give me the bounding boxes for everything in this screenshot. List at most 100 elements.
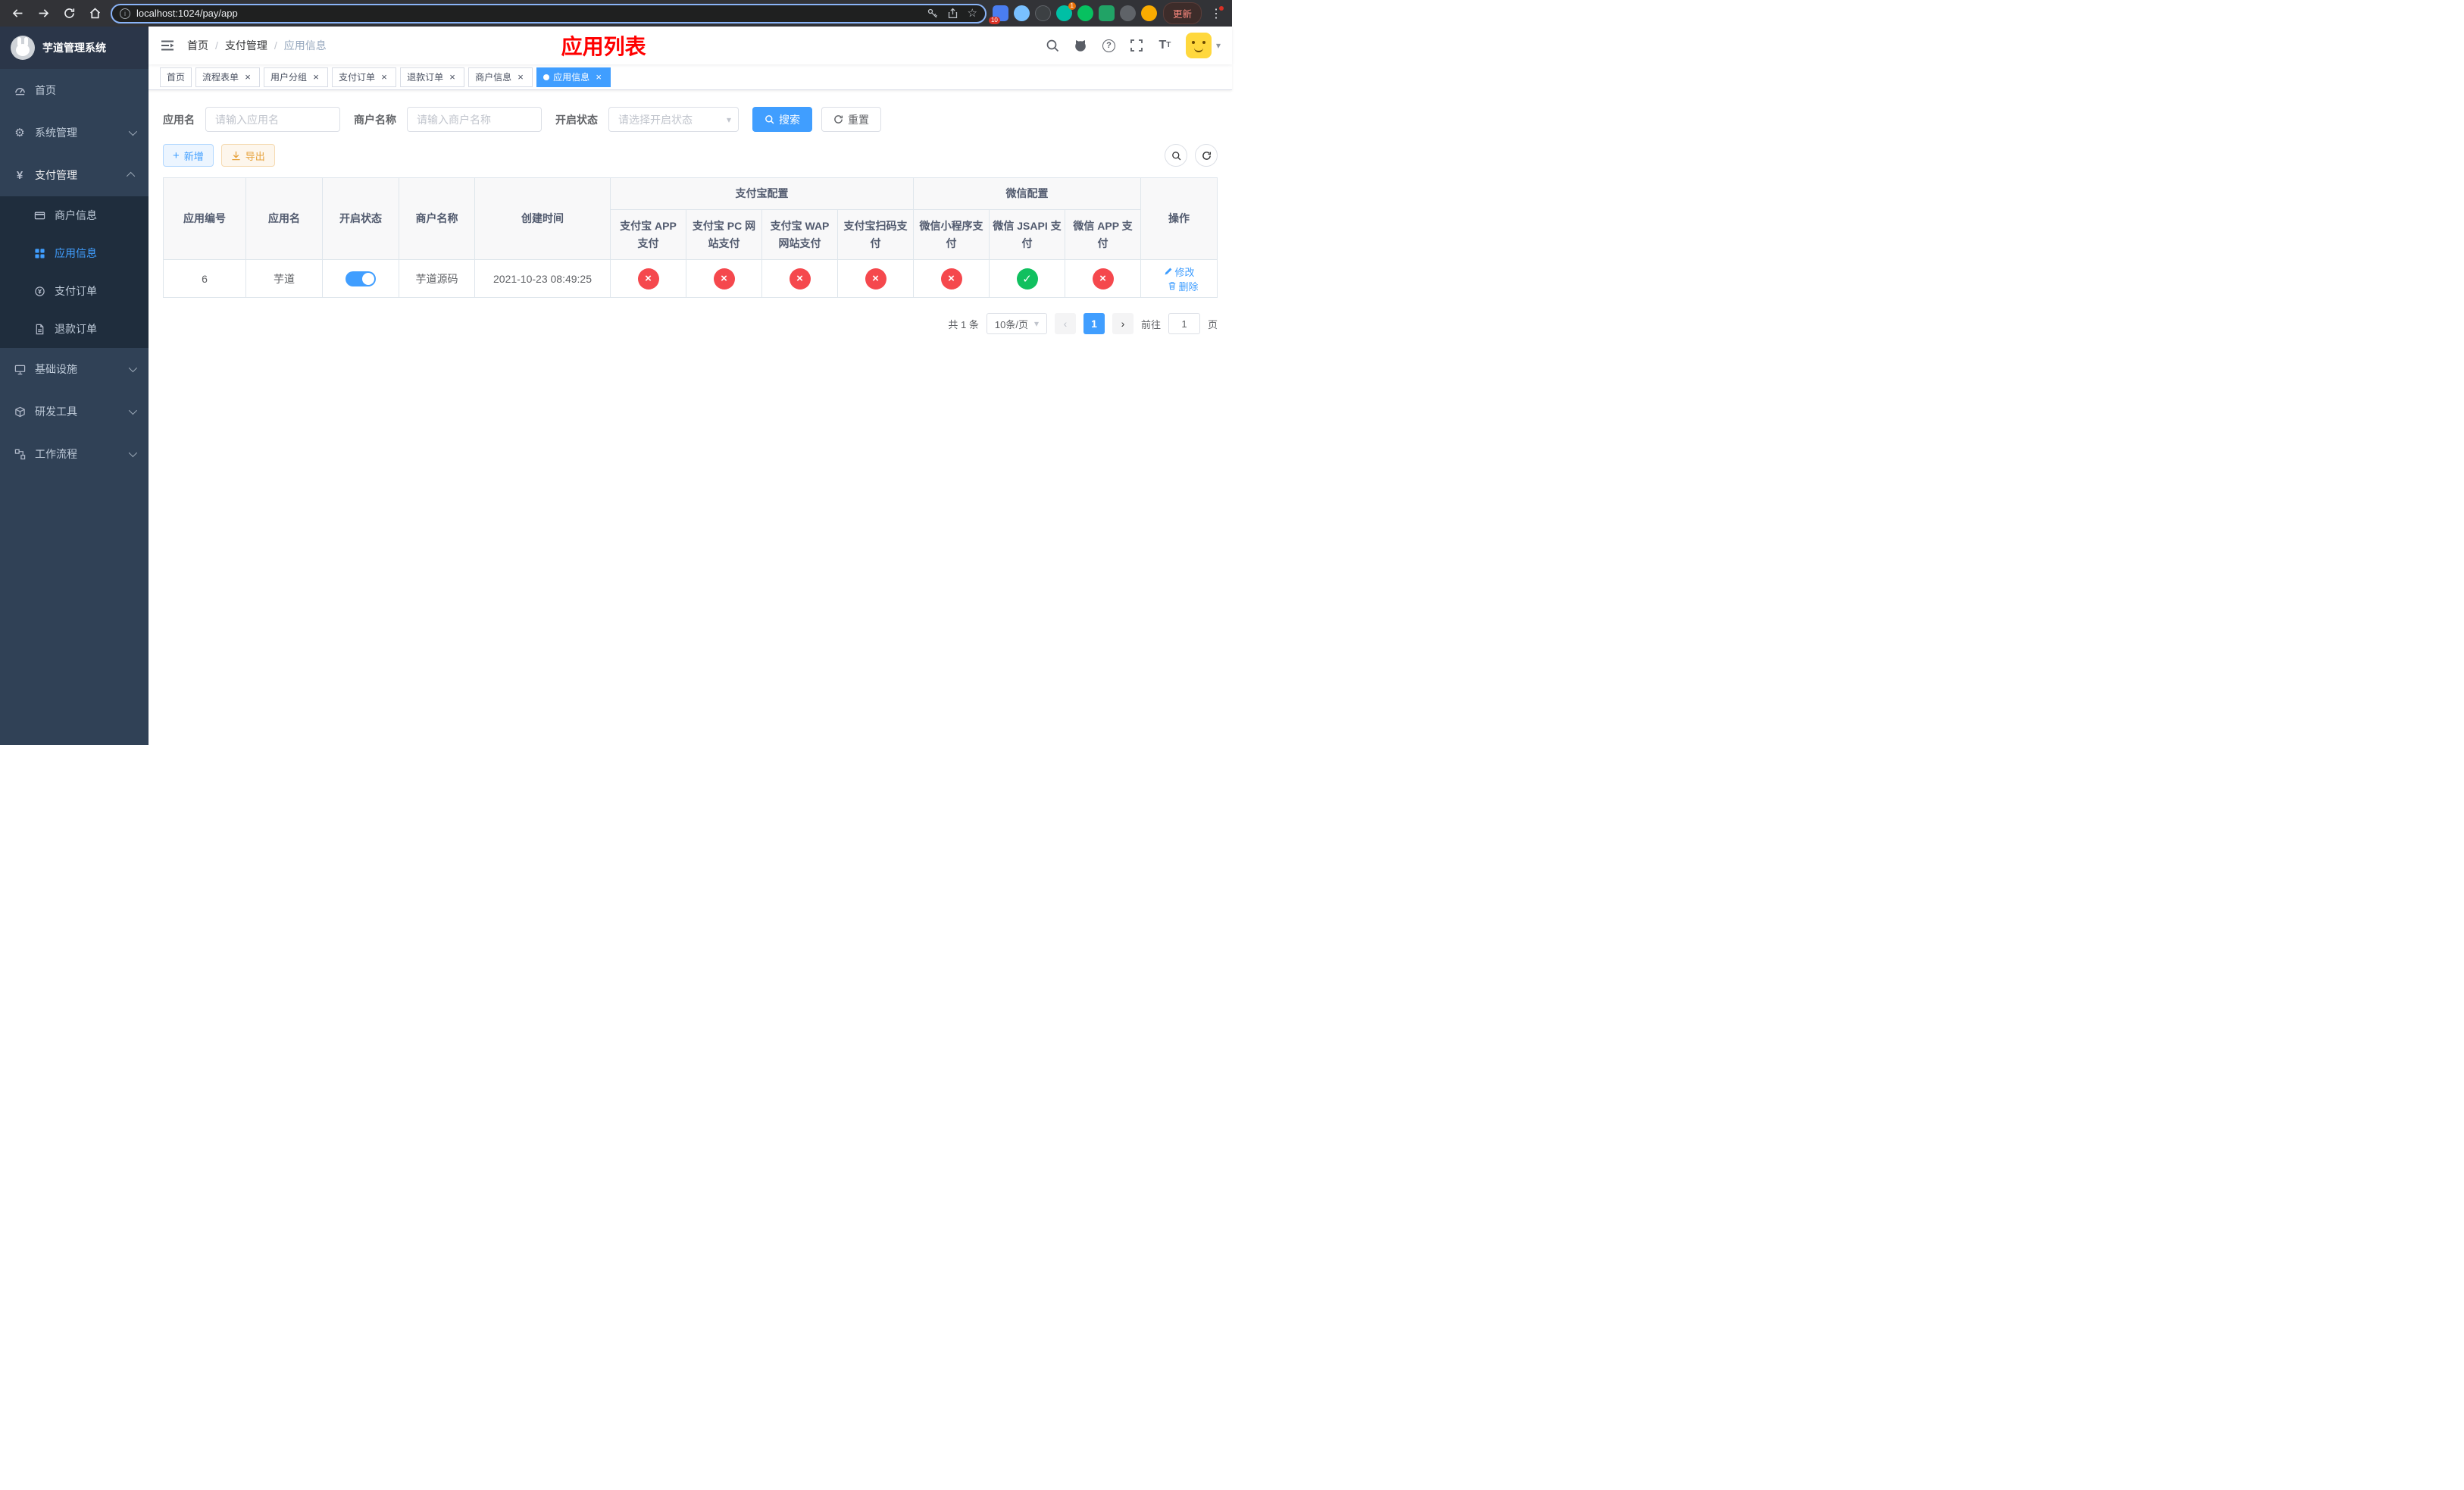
- star-icon[interactable]: ☆: [968, 8, 977, 19]
- edit-icon: [1165, 268, 1171, 275]
- app-title: 芋道管理系统: [42, 42, 106, 54]
- url-bar[interactable]: i localhost:1024/pay/app ☆: [111, 3, 987, 23]
- flow-icon: [14, 449, 25, 459]
- pay-order-icon: [34, 286, 45, 296]
- sidebar-item-app-info[interactable]: 应用信息: [0, 234, 149, 272]
- tab-商户信息[interactable]: 商户信息 ×: [468, 67, 533, 87]
- tab-应用信息[interactable]: 应用信息 ×: [536, 67, 611, 87]
- merchant-name-label: 商户名称: [354, 113, 396, 126]
- tab-close-icon[interactable]: ×: [515, 72, 526, 83]
- tab-支付订单[interactable]: 支付订单 ×: [332, 67, 397, 87]
- merchant-name-input[interactable]: [407, 107, 542, 132]
- plus-icon: +: [173, 149, 180, 162]
- avatar[interactable]: [1185, 33, 1212, 58]
- alipay-pc-status-icon: ×: [713, 268, 735, 290]
- user-menu[interactable]: ▾: [1185, 33, 1221, 58]
- home-button[interactable]: [85, 4, 105, 23]
- tab-close-icon[interactable]: ×: [447, 72, 458, 83]
- chevron-down-icon: [128, 448, 138, 458]
- col-alipay-pc: 支付宝 PC 网站支付: [686, 209, 762, 260]
- back-button[interactable]: [8, 4, 27, 23]
- toggle-search-button[interactable]: [1165, 144, 1187, 167]
- tab-首页[interactable]: 首页: [160, 67, 192, 87]
- status-select[interactable]: ▾: [608, 107, 739, 132]
- toolbar-right: [1165, 144, 1218, 167]
- breadcrumb-section[interactable]: 支付管理: [225, 38, 267, 53]
- fullscreen-button[interactable]: [1130, 39, 1144, 53]
- status-toggle[interactable]: [346, 271, 376, 286]
- sidebar-item-dev-tools[interactable]: 研发工具: [0, 390, 149, 433]
- edit-link[interactable]: 修改: [1164, 265, 1195, 279]
- extension-icon-3[interactable]: [1034, 5, 1051, 21]
- sidebar-item-refund-order[interactable]: 退款订单: [0, 310, 149, 348]
- reset-button[interactable]: 重置: [821, 107, 881, 132]
- goto-page-input[interactable]: [1168, 313, 1200, 334]
- tab-流程表单[interactable]: 流程表单 ×: [195, 67, 261, 87]
- sidebar-item-label: 应用信息: [55, 247, 97, 259]
- delete-link[interactable]: 删除: [1168, 279, 1199, 293]
- browser-update-button[interactable]: 更新: [1162, 2, 1202, 24]
- page-size-select[interactable]: 10条/页 ▾: [986, 313, 1047, 334]
- screen: i localhost:1024/pay/app ☆ 10 1 更新 ⋮ 芋道管…: [0, 0, 1232, 745]
- col-app-name: 应用名: [245, 177, 323, 260]
- col-created: 创建时间: [474, 177, 611, 260]
- active-tab-dot: [543, 74, 550, 80]
- sidebar-item-label: 退款订单: [55, 323, 97, 335]
- font-size-button[interactable]: TT: [1158, 39, 1172, 53]
- add-button[interactable]: + 新增: [163, 144, 214, 167]
- sidebar-item-pay-order[interactable]: 支付订单: [0, 272, 149, 310]
- header-search-button[interactable]: [1046, 39, 1060, 53]
- goto-label: 前往: [1140, 318, 1161, 330]
- sidebar-item-payment[interactable]: ¥ 支付管理: [0, 154, 149, 196]
- tab-label: 用户分组: [270, 72, 308, 83]
- tab-close-icon[interactable]: ×: [379, 72, 389, 83]
- page-1-button[interactable]: 1: [1083, 313, 1105, 334]
- reload-icon: [64, 8, 74, 18]
- breadcrumb: 首页 / 支付管理 / 应用信息: [187, 38, 327, 53]
- url-text[interactable]: localhost:1024/pay/app: [136, 8, 921, 19]
- export-button[interactable]: 导出: [220, 144, 275, 167]
- sidebar-item-system[interactable]: ⚙ 系统管理: [0, 111, 149, 154]
- yen-icon: ¥: [16, 168, 23, 182]
- col-alipay-app: 支付宝 APP 支付: [610, 209, 686, 260]
- sidebar-item-merchant-info[interactable]: 商户信息: [0, 196, 149, 234]
- hamburger-icon[interactable]: [160, 38, 175, 53]
- help-button[interactable]: ?: [1102, 39, 1116, 53]
- extension-icon-4[interactable]: 1: [1055, 2, 1076, 21]
- breadcrumb-home[interactable]: 首页: [187, 38, 208, 53]
- extension-icon-5[interactable]: [1077, 5, 1093, 21]
- extension-icon-8[interactable]: [1140, 5, 1157, 21]
- forward-button[interactable]: [33, 4, 53, 23]
- status-select-input[interactable]: [608, 107, 739, 132]
- share-icon[interactable]: [947, 8, 958, 19]
- navbar-actions: ? TT ▾: [1046, 33, 1221, 58]
- tab-用户分组[interactable]: 用户分组 ×: [264, 67, 329, 87]
- browser-menu-button[interactable]: ⋮: [1208, 5, 1224, 21]
- info-icon[interactable]: i: [120, 8, 130, 19]
- prev-page-button[interactable]: ‹: [1054, 313, 1076, 334]
- gear-icon: ⚙: [14, 127, 25, 139]
- tab-退款订单[interactable]: 退款订单 ×: [400, 67, 465, 87]
- extension-icon-2[interactable]: [1013, 5, 1030, 21]
- tab-close-icon[interactable]: ×: [311, 72, 321, 83]
- github-button[interactable]: [1074, 39, 1088, 53]
- next-page-button[interactable]: ›: [1112, 313, 1134, 334]
- refresh-table-button[interactable]: [1195, 144, 1218, 167]
- app-name-input[interactable]: [205, 107, 340, 132]
- extension-icon-7[interactable]: [1119, 5, 1136, 21]
- extension-icon-1[interactable]: 10: [988, 5, 1008, 24]
- sidebar-item-label: 基础设施: [35, 363, 77, 375]
- tab-close-icon[interactable]: ×: [593, 72, 604, 83]
- sidebar-item-infrastructure[interactable]: 基础设施: [0, 348, 149, 390]
- extension-icon-6[interactable]: [1098, 5, 1115, 21]
- search-icon: [765, 115, 774, 124]
- reload-button[interactable]: [59, 4, 79, 23]
- search-button[interactable]: 搜索: [752, 107, 812, 132]
- tab-close-icon[interactable]: ×: [242, 72, 253, 83]
- tab-label: 应用信息: [553, 72, 590, 83]
- sidebar-item-workflow[interactable]: 工作流程: [0, 433, 149, 475]
- sidebar-item-label: 研发工具: [35, 405, 77, 418]
- key-icon[interactable]: [927, 8, 938, 19]
- sidebar-logo[interactable]: 芋道管理系统: [0, 27, 149, 69]
- sidebar-item-home[interactable]: 首页: [0, 69, 149, 111]
